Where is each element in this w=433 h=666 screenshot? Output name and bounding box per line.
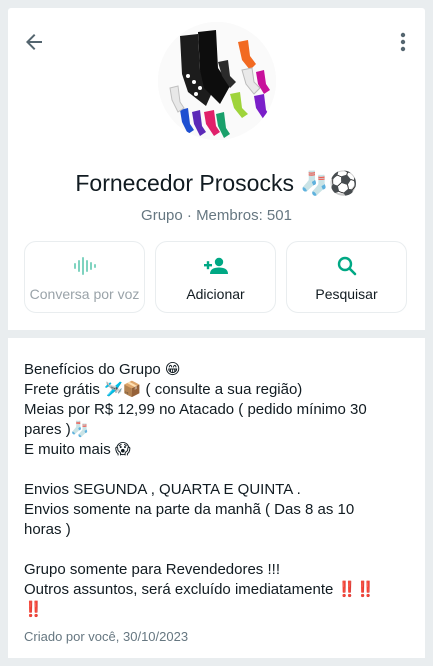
add-person-icon [203, 257, 228, 274]
search-label: Pesquisar [315, 286, 378, 302]
more-vertical-icon [400, 32, 406, 52]
group-member-count[interactable]: Grupo · Membros: 501 [8, 207, 425, 224]
group-info-card: Fornecedor Prosocks 🧦⚽ Grupo · Membros: … [8, 8, 425, 330]
description-line [24, 460, 409, 480]
voice-wave-icon [73, 257, 96, 275]
socks-collage-avatar [157, 22, 276, 140]
arrow-left-icon [26, 34, 42, 50]
back-button[interactable] [22, 30, 46, 54]
group-actions: Conversa por voz Adicionar Pesquisar [24, 241, 409, 315]
description-line: Frete grátis 🛩️📦 ( consulte a sua região… [24, 381, 303, 398]
search-button[interactable]: Pesquisar [286, 241, 407, 313]
voice-chat-button[interactable]: Conversa por voz [24, 241, 145, 313]
description-line: pares )🧦 [24, 421, 90, 438]
description-line: Meias por R$ 12,99 no Atacado ( pedido m… [24, 401, 367, 418]
group-name: Fornecedor Prosocks 🧦⚽ [75, 170, 358, 196]
add-participant-button[interactable]: Adicionar [155, 241, 276, 313]
description-line: Benefícios do Grupo 😁 [24, 361, 181, 378]
description-line: ‼️ [24, 601, 43, 618]
description-line: Envios SEGUNDA , QUARTA E QUINTA . [24, 481, 301, 498]
description-line: Grupo somente para Revendedores !!! [24, 561, 280, 578]
group-description-card[interactable]: Benefícios do Grupo 😁 Frete grátis 🛩️📦 (… [8, 338, 425, 658]
group-description: Benefícios do Grupo 😁 Frete grátis 🛩️📦 (… [24, 360, 409, 620]
voice-chat-label: Conversa por voz [29, 286, 140, 302]
add-participant-label: Adicionar [186, 286, 245, 302]
description-line: Envios somente na parte da manhã ( Das 8… [24, 501, 355, 518]
description-line: Outros assuntos, será excluído imediatam… [24, 581, 375, 598]
search-icon [337, 256, 356, 276]
created-by-info: Criado por você, 30/10/2023 [24, 629, 189, 644]
description-line: horas ) [24, 521, 71, 538]
group-avatar[interactable] [157, 22, 276, 140]
description-line [24, 540, 409, 560]
more-options-button[interactable] [393, 30, 413, 54]
description-line: E muito mais 😱 [24, 441, 131, 458]
